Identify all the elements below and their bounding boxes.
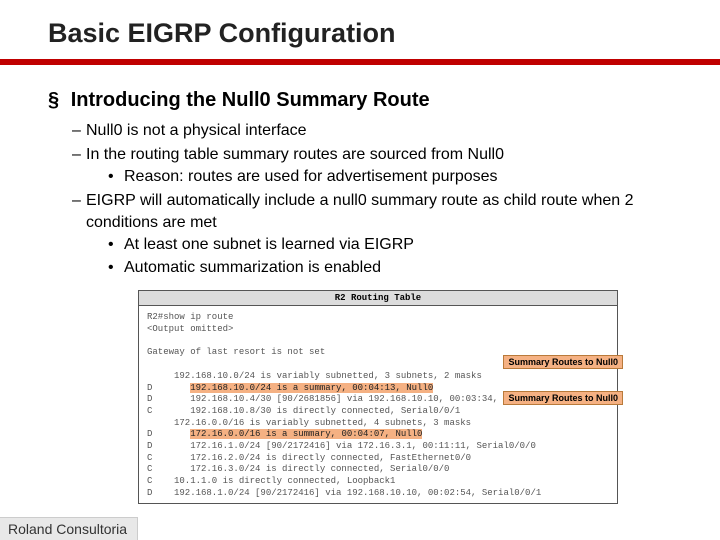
list-item: In the routing table summary routes are … bbox=[72, 144, 672, 188]
list-item: Automatic summarization is enabled bbox=[108, 257, 672, 279]
slide-title: Basic EIGRP Configuration bbox=[0, 0, 720, 59]
content-area: § Introducing the Null0 Summary Route Nu… bbox=[0, 65, 720, 504]
routing-table-figure: R2 Routing Table R2#show ip route <Outpu… bbox=[138, 290, 618, 504]
summary-route-highlight: 172.16.0.0/16 is a summary, 00:04:07, Nu… bbox=[190, 429, 422, 439]
list-item-text: Reason: routes are used for advertisemen… bbox=[124, 168, 498, 185]
list-item-text: At least one subnet is learned via EIGRP bbox=[124, 236, 414, 253]
callout-label: Summary Routes to Null0 bbox=[503, 355, 623, 369]
figure-caption: R2 Routing Table bbox=[139, 291, 617, 306]
sub-bullet-list: Reason: routes are used for advertisemen… bbox=[108, 166, 672, 188]
footer-branding: Roland Consultoria bbox=[0, 517, 138, 540]
list-item-text: Automatic summarization is enabled bbox=[124, 259, 381, 276]
callout-label: Summary Routes to Null0 bbox=[503, 391, 623, 405]
list-item: EIGRP will automatically include a null0… bbox=[72, 190, 672, 278]
list-item-text: In the routing table summary routes are … bbox=[86, 146, 504, 163]
square-bullet-icon: § bbox=[48, 89, 59, 112]
list-item: At least one subnet is learned via EIGRP bbox=[108, 234, 672, 256]
summary-route-highlight: 192.168.10.0/24 is a summary, 00:04:13, … bbox=[190, 383, 433, 393]
section-heading-text: Introducing the Null0 Summary Route bbox=[71, 89, 430, 111]
list-item: Null0 is not a physical interface bbox=[72, 120, 672, 142]
list-item: Reason: routes are used for advertisemen… bbox=[108, 166, 672, 188]
list-item-text: EIGRP will automatically include a null0… bbox=[86, 192, 634, 231]
main-bullet-list: Null0 is not a physical interface In the… bbox=[72, 120, 672, 278]
list-item-text: Null0 is not a physical interface bbox=[86, 122, 307, 139]
section-heading: § Introducing the Null0 Summary Route bbox=[48, 89, 672, 112]
sub-bullet-list: At least one subnet is learned via EIGRP… bbox=[108, 234, 672, 278]
